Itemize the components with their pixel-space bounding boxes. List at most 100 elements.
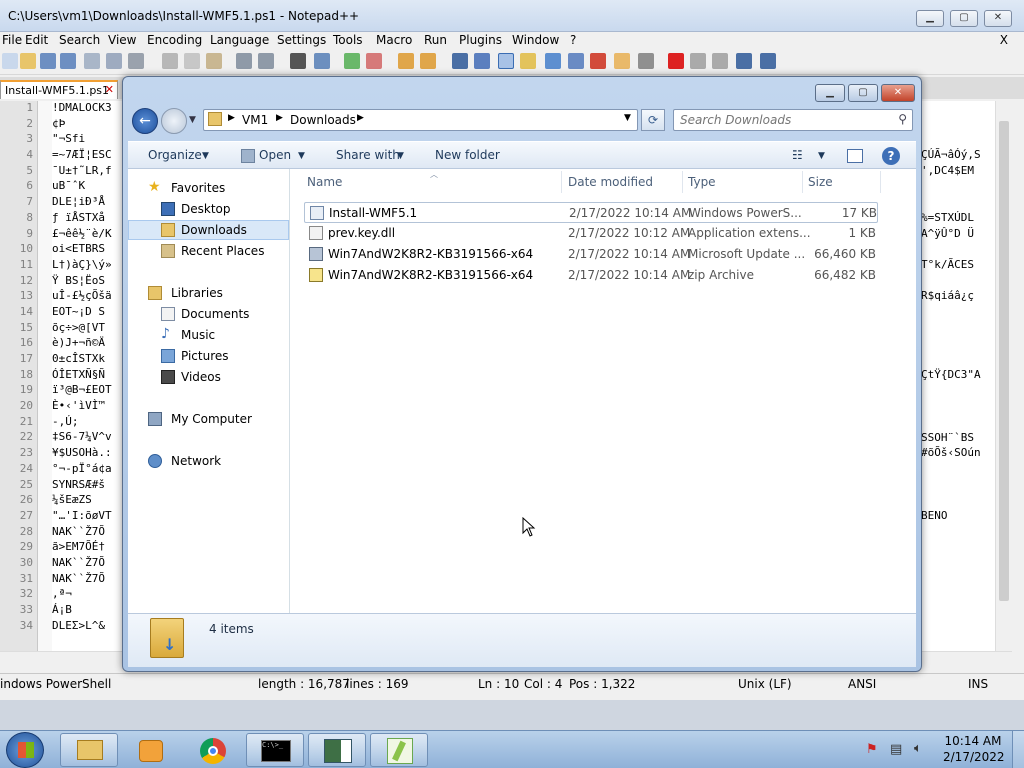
- explorer-minimize-button[interactable]: ▁: [815, 84, 845, 102]
- minimize-button[interactable]: ▁: [916, 10, 944, 27]
- language-icon[interactable]: [520, 53, 536, 69]
- search-input[interactable]: [680, 112, 885, 128]
- share-with-button[interactable]: Share with: [336, 148, 400, 162]
- redo-icon[interactable]: [258, 53, 274, 69]
- nav-libraries[interactable]: Libraries: [128, 283, 289, 303]
- menu-settings[interactable]: Settings: [277, 33, 326, 47]
- breadcrumb-downloads[interactable]: Downloads: [290, 113, 356, 127]
- editor-text-left[interactable]: !DMALOCK3 ¢Þ "¬Sfi =~7ÆÏ¦ESC ¯U±†˜LR,f uB¯ˆK D…: [52, 101, 124, 651]
- breadcrumb-arrow-icon[interactable]: ▶: [228, 113, 235, 123]
- nav-desktop[interactable]: Desktop: [128, 199, 289, 219]
- open-file-icon[interactable]: [20, 53, 36, 69]
- organize-button[interactable]: Organize: [148, 148, 202, 162]
- breadcrumb-arrow-icon[interactable]: ▶: [357, 113, 364, 123]
- undo-icon[interactable]: [236, 53, 252, 69]
- breadcrumb-vm1[interactable]: VM1: [242, 113, 268, 127]
- print-icon[interactable]: [128, 53, 144, 69]
- close-all-icon[interactable]: [106, 53, 122, 69]
- taskbar-app-button[interactable]: [308, 733, 366, 767]
- save-icon[interactable]: [40, 53, 56, 69]
- taskbar-notepadpp-button[interactable]: [370, 733, 428, 767]
- forward-button[interactable]: [161, 108, 187, 134]
- paste-icon[interactable]: [206, 53, 222, 69]
- folder-workspace-icon[interactable]: [614, 53, 630, 69]
- column-divider[interactable]: [880, 171, 881, 193]
- nav-recent-places[interactable]: Recent Places: [128, 241, 289, 261]
- menu-language[interactable]: Language: [210, 33, 269, 47]
- monitoring-icon[interactable]: [638, 53, 654, 69]
- editor-text-right[interactable]: ÇÚÃ¬âÓý,S ',DC4$EM %=STXÚDL A^ÿÛ°D Ü T°k/ÃCE…: [921, 101, 995, 651]
- close-file-icon[interactable]: [84, 53, 100, 69]
- file-row-zip-archive[interactable]: Win7AndW2K8R2-KB3191566-x64 2/17/2022 10…: [304, 265, 878, 286]
- file-row-install-wmf[interactable]: Install-WMF5.1 2/17/2022 10:14 AM Window…: [304, 202, 878, 223]
- start-button[interactable]: [6, 732, 44, 768]
- zoom-in-icon[interactable]: [344, 53, 360, 69]
- sync-horizontal-icon[interactable]: [420, 53, 436, 69]
- column-header-size[interactable]: Size: [808, 175, 833, 189]
- replace-icon[interactable]: [314, 53, 330, 69]
- nav-videos[interactable]: Videos: [128, 367, 289, 387]
- zoom-out-icon[interactable]: [366, 53, 382, 69]
- vertical-scroll-thumb[interactable]: [999, 121, 1009, 601]
- preview-pane-icon[interactable]: [847, 149, 863, 163]
- menu-tools[interactable]: Tools: [333, 33, 363, 47]
- open-button[interactable]: Open: [259, 148, 291, 162]
- indent-guide-icon[interactable]: [498, 53, 514, 69]
- save-all-icon[interactable]: [60, 53, 76, 69]
- function-list-icon[interactable]: [590, 53, 606, 69]
- nav-network[interactable]: Network: [128, 451, 289, 471]
- recent-pages-chevron-icon[interactable]: ▼: [189, 115, 196, 125]
- taskbar-media-player-button[interactable]: [122, 733, 180, 767]
- file-row-prev-key-dll[interactable]: prev.key.dll 2/17/2022 10:12 AM Applicat…: [304, 223, 878, 244]
- copy-icon[interactable]: [184, 53, 200, 69]
- address-bar[interactable]: ▶ VM1 ▶ Downloads ▶ ▼: [203, 109, 638, 131]
- record-macro-icon[interactable]: [668, 53, 684, 69]
- search-box[interactable]: ⚲: [673, 109, 913, 131]
- nav-downloads[interactable]: Downloads: [128, 220, 289, 240]
- nav-documents[interactable]: Documents: [128, 304, 289, 324]
- file-row-msu-update[interactable]: Win7AndW2K8R2-KB3191566-x64 2/17/2022 10…: [304, 244, 878, 265]
- help-icon[interactable]: ?: [882, 147, 900, 165]
- column-header-type[interactable]: Type: [688, 175, 716, 189]
- show-all-chars-icon[interactable]: [474, 53, 490, 69]
- column-divider[interactable]: [561, 171, 562, 193]
- save-macro-icon[interactable]: [760, 53, 776, 69]
- menu-window[interactable]: Window: [512, 33, 559, 47]
- cut-icon[interactable]: [162, 53, 178, 69]
- menu-run[interactable]: Run: [424, 33, 447, 47]
- word-wrap-icon[interactable]: [452, 53, 468, 69]
- new-folder-button[interactable]: New folder: [435, 148, 500, 162]
- doc-list-icon[interactable]: [568, 53, 584, 69]
- maximize-button[interactable]: ▢: [950, 10, 978, 27]
- network-tray-icon[interactable]: ▤: [890, 742, 902, 757]
- nav-favorites[interactable]: ★ Favorites: [128, 178, 289, 198]
- find-icon[interactable]: [290, 53, 306, 69]
- tab-close-icon[interactable]: ✕: [105, 83, 114, 96]
- nav-pictures[interactable]: Pictures: [128, 346, 289, 366]
- play-macro-icon[interactable]: [712, 53, 728, 69]
- menu-encoding[interactable]: Encoding: [147, 33, 202, 47]
- menu-close-document[interactable]: X: [1000, 33, 1008, 47]
- volume-tray-icon[interactable]: 🔈︎: [914, 741, 922, 756]
- vertical-scrollbar[interactable]: [995, 101, 1012, 651]
- play-multiple-macro-icon[interactable]: [736, 53, 752, 69]
- column-divider[interactable]: [682, 171, 683, 193]
- taskbar-chrome-button[interactable]: [184, 733, 242, 767]
- stop-macro-icon[interactable]: [690, 53, 706, 69]
- menu-edit[interactable]: Edit: [25, 33, 48, 47]
- search-icon[interactable]: ⚲: [898, 112, 907, 126]
- show-desktop-button[interactable]: [1012, 731, 1024, 768]
- menu-file[interactable]: File: [2, 33, 22, 47]
- organize-chevron-icon[interactable]: ▼: [202, 151, 209, 161]
- menu-help[interactable]: ?: [570, 33, 576, 47]
- nav-music[interactable]: ♪ Music: [128, 325, 289, 345]
- column-header-date-modified[interactable]: Date modified: [568, 175, 653, 189]
- new-file-icon[interactable]: [2, 53, 18, 69]
- refresh-button[interactable]: ⟳: [641, 109, 665, 131]
- taskbar-explorer-button[interactable]: [60, 733, 118, 767]
- nav-my-computer[interactable]: My Computer: [128, 409, 289, 429]
- clock[interactable]: 10:14 AM 2/17/2022: [943, 733, 1005, 765]
- breadcrumb-arrow-icon[interactable]: ▶: [276, 113, 283, 123]
- back-button[interactable]: ←: [132, 108, 158, 134]
- close-button[interactable]: ✕: [984, 10, 1012, 27]
